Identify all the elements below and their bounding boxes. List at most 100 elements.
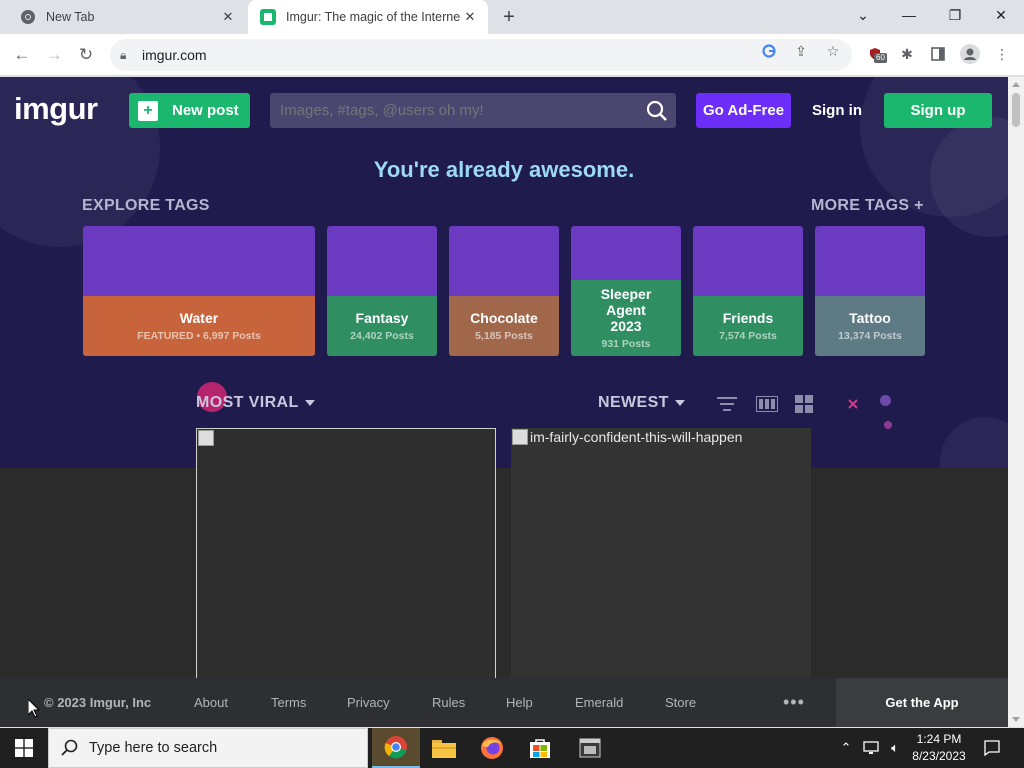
page-viewport: imgur + New post Go Ad-Free Sign in Sign… — [0, 77, 1008, 727]
uniform-grid-view-icon[interactable] — [756, 395, 778, 413]
footer-link-help[interactable]: Help — [506, 695, 533, 710]
more-options-icon[interactable]: ••• — [783, 692, 805, 713]
tab-title: Imgur: The magic of the Internet — [286, 10, 460, 24]
extensions-puzzle-icon[interactable]: ✱ — [896, 43, 918, 65]
mouse-cursor-icon — [27, 697, 41, 723]
waterfall-grid-view-icon[interactable] — [794, 395, 814, 413]
network-icon[interactable] — [860, 728, 882, 768]
bookmark-star-icon[interactable]: ☆ — [824, 42, 842, 60]
copyright-text: © 2023 Imgur, Inc — [44, 695, 152, 710]
newest-label: NEWEST — [598, 394, 669, 411]
extension-shield-icon[interactable]: 60 — [864, 43, 887, 65]
tag-card-chocolate[interactable]: Chocolate 5,185 Posts — [449, 226, 559, 356]
profile-avatar-icon[interactable] — [959, 43, 981, 65]
scrollbar-thumb[interactable] — [1012, 93, 1020, 127]
close-tab-icon[interactable]: ✕ — [460, 7, 480, 27]
minimize-button[interactable]: — — [886, 0, 932, 30]
taskbar-clock[interactable]: 1:24 PM 8/23/2023 — [906, 731, 972, 765]
tag-card-sleeper-agent-2023[interactable]: Sleeper Agent 2023 931 Posts — [571, 226, 681, 356]
notifications-icon[interactable] — [978, 728, 1006, 768]
post-image-alt: im-fairly-confident-this-will-happen — [512, 429, 742, 445]
close-tab-icon[interactable]: ✕ — [218, 7, 238, 27]
decor-dot — [880, 395, 891, 406]
tab-title: New Tab — [46, 10, 95, 24]
tag-card-footer: Water FEATURED • 6,997 Posts — [83, 296, 315, 356]
footer-link-privacy[interactable]: Privacy — [347, 695, 390, 710]
tag-card-fantasy[interactable]: Fantasy 24,402 Posts — [327, 226, 437, 356]
tag-name: Fantasy — [355, 310, 409, 326]
taskbar-firefox-icon[interactable] — [468, 728, 516, 768]
new-post-button[interactable]: + New post — [129, 93, 250, 128]
taskbar-search-box[interactable]: Type here to search — [48, 728, 368, 768]
close-window-button[interactable]: ✕ — [978, 0, 1024, 30]
maximize-button[interactable]: ❐ — [932, 0, 978, 30]
post-alt-text: im-fairly-confident-this-will-happen — [530, 429, 743, 445]
tag-name: Water — [179, 310, 219, 326]
broken-image-icon — [198, 430, 214, 446]
footer-link-terms[interactable]: Terms — [271, 695, 306, 710]
footer-link-store[interactable]: Store — [665, 695, 696, 710]
extension-badge: 60 — [874, 53, 887, 63]
side-panel-icon[interactable] — [927, 43, 949, 65]
filter-icon[interactable] — [717, 395, 737, 413]
scroll-up-arrow-icon[interactable] — [1012, 82, 1020, 87]
taskbar-file-explorer-icon[interactable] — [420, 728, 468, 768]
back-button[interactable]: ← — [10, 43, 34, 67]
taskbar-app-window-icon[interactable] — [566, 728, 614, 768]
tag-post-count: 7,574 Posts — [719, 330, 777, 342]
windows-logo-icon — [15, 739, 33, 757]
more-tags-link[interactable]: MORE TAGS + — [811, 197, 924, 215]
tag-card-tattoo[interactable]: Tattoo 13,374 Posts — [815, 226, 925, 356]
page-scrollbar[interactable] — [1008, 77, 1024, 727]
tag-name: Friends — [722, 310, 774, 326]
google-icon[interactable] — [760, 42, 778, 60]
sign-up-button[interactable]: Sign up — [884, 93, 992, 128]
imgur-logo[interactable]: imgur — [14, 91, 98, 127]
forward-button[interactable]: → — [42, 43, 66, 67]
chrome-icon — [20, 9, 36, 25]
go-ad-free-button[interactable]: Go Ad-Free — [696, 93, 791, 128]
browser-menu-icon[interactable]: ⋮ — [991, 43, 1013, 65]
search-bar — [270, 93, 676, 128]
reload-button[interactable]: ↻ — [74, 43, 98, 67]
tag-name: Sleeper Agent 2023 — [600, 286, 652, 334]
clock-time: 1:24 PM — [916, 732, 962, 746]
windows-taskbar: Type here to search ⌃ 🔈︎ 1:24 PM 8/23/20… — [0, 728, 1024, 768]
most-viral-dropdown[interactable]: MOST VIRAL — [196, 394, 315, 412]
sign-in-button[interactable]: Sign in — [806, 93, 868, 128]
show-hidden-icons-chevron-icon[interactable]: ⌃ — [836, 728, 856, 768]
newest-dropdown[interactable]: NEWEST — [598, 394, 685, 412]
start-button[interactable] — [0, 728, 48, 768]
broken-image-icon — [512, 429, 528, 445]
get-the-app-button[interactable]: Get the App — [836, 678, 1008, 727]
footer-link-rules[interactable]: Rules — [432, 695, 465, 710]
tab-new-tab[interactable]: New Tab ✕ — [8, 0, 246, 34]
tag-post-count: 13,374 Posts — [838, 330, 902, 342]
most-viral-label: MOST VIRAL — [196, 394, 299, 411]
footer-link-emerald[interactable]: Emerald — [575, 695, 623, 710]
tab-search-chevron-icon[interactable]: ⌄ — [840, 0, 886, 30]
address-bar[interactable]: 🔒︎ imgur.com — [110, 39, 852, 71]
share-icon[interactable]: ⇪ — [792, 42, 810, 60]
caret-down-icon — [674, 400, 685, 406]
search-icon — [61, 739, 78, 756]
caret-down-icon — [304, 400, 315, 406]
new-tab-button[interactable]: + — [498, 6, 520, 28]
clock-date: 8/23/2023 — [912, 749, 966, 763]
taskbar-store-icon[interactable] — [516, 728, 564, 768]
footer-link-about[interactable]: About — [194, 695, 228, 710]
taskbar-chrome-icon[interactable] — [372, 728, 420, 768]
plus-icon: + — [138, 100, 158, 121]
volume-icon[interactable]: 🔈︎ — [884, 728, 906, 768]
search-icon[interactable] — [642, 96, 672, 126]
tag-card-footer: Tattoo 13,374 Posts — [815, 296, 925, 356]
scroll-down-arrow-icon[interactable] — [1012, 717, 1020, 722]
tag-card-friends[interactable]: Friends 7,574 Posts — [693, 226, 803, 356]
url-text: imgur.com — [142, 47, 207, 63]
page-footer: © 2023 Imgur, Inc About Terms Privacy Ru… — [0, 678, 1008, 727]
tag-post-count: 931 Posts — [601, 338, 651, 350]
tab-imgur[interactable]: Imgur: The magic of the Internet ✕ — [248, 0, 488, 34]
tag-card-water[interactable]: Water FEATURED • 6,997 Posts — [83, 226, 315, 356]
explore-tags-heading: EXPLORE TAGS — [82, 197, 210, 214]
search-input[interactable] — [270, 102, 642, 119]
